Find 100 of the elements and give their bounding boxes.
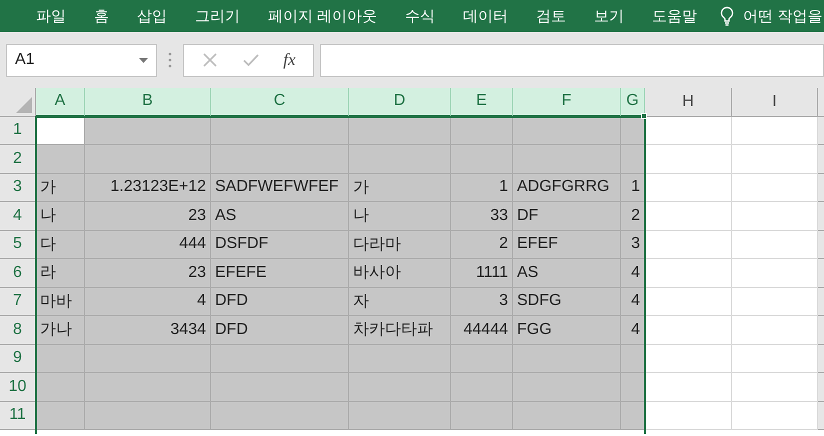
table-cell[interactable]: 4	[621, 259, 645, 288]
row-header[interactable]: 6	[0, 259, 36, 288]
table-cell[interactable]: 다라마	[349, 230, 451, 259]
table-cell[interactable]	[451, 402, 513, 430]
ribbon-tab[interactable]: 홈	[80, 0, 123, 32]
table-cell[interactable]: AS	[513, 259, 621, 288]
table-cell[interactable]	[349, 373, 451, 402]
table-cell[interactable]: 나	[36, 202, 85, 230]
dropdown-caret-icon[interactable]	[139, 58, 148, 62]
name-box[interactable]: A1	[6, 44, 157, 76]
table-cell[interactable]	[621, 145, 645, 174]
table-cell[interactable]: 다	[36, 230, 85, 259]
table-cell[interactable]: 라	[36, 259, 85, 288]
table-cell[interactable]	[85, 145, 211, 174]
table-cell[interactable]: 23	[85, 259, 211, 288]
table-cell[interactable]	[645, 202, 732, 230]
table-cell[interactable]	[349, 145, 451, 174]
table-cell[interactable]	[645, 316, 732, 344]
table-cell[interactable]: 자	[349, 288, 451, 316]
table-cell[interactable]	[85, 402, 211, 430]
table-cell[interactable]	[513, 145, 621, 174]
table-cell[interactable]: SADFWEFWFEF	[211, 174, 349, 202]
column-header[interactable]: I	[732, 88, 818, 116]
table-cell[interactable]	[349, 402, 451, 430]
table-cell[interactable]	[645, 373, 732, 402]
table-cell[interactable]: AS	[211, 202, 349, 230]
column-header[interactable]: E	[451, 88, 513, 116]
column-header[interactable]: H	[645, 88, 732, 116]
table-cell[interactable]	[85, 116, 211, 145]
table-cell[interactable]: DF	[513, 202, 621, 230]
table-cell[interactable]: DSFDF	[211, 230, 349, 259]
table-cell[interactable]	[645, 230, 732, 259]
table-cell[interactable]: 차카다타파	[349, 316, 451, 344]
table-cell[interactable]: SDFG	[513, 288, 621, 316]
table-cell[interactable]	[513, 402, 621, 430]
table-cell[interactable]: EFEF	[513, 230, 621, 259]
row-header[interactable]: 1	[0, 116, 36, 145]
table-cell[interactable]: FGG	[513, 316, 621, 344]
table-cell[interactable]: 2	[621, 202, 645, 230]
table-cell[interactable]	[645, 259, 732, 288]
table-cell[interactable]	[645, 174, 732, 202]
insert-function-button[interactable]: fx	[283, 50, 296, 70]
table-cell[interactable]: 1.23123E+12	[85, 174, 211, 202]
row-header[interactable]: 7	[0, 288, 36, 316]
table-cell[interactable]: 23	[85, 202, 211, 230]
table-cell[interactable]: DFD	[211, 316, 349, 344]
table-cell[interactable]	[513, 344, 621, 373]
table-cell[interactable]	[621, 402, 645, 430]
table-cell[interactable]: 가	[36, 174, 85, 202]
table-cell[interactable]: 가나	[36, 316, 85, 344]
column-header[interactable]: A	[36, 88, 85, 116]
table-cell[interactable]	[645, 402, 732, 430]
table-cell[interactable]: 33	[451, 202, 513, 230]
table-cell[interactable]	[451, 373, 513, 402]
formula-input[interactable]	[320, 44, 824, 76]
table-cell[interactable]: 1111	[451, 259, 513, 288]
row-header[interactable]: 4	[0, 202, 36, 230]
fill-handle[interactable]	[641, 113, 647, 119]
row-header[interactable]: 9	[0, 344, 36, 373]
ribbon-tab[interactable]: 페이지 레이아웃	[254, 0, 392, 32]
column-header[interactable]: F	[513, 88, 621, 116]
row-header[interactable]: 10	[0, 373, 36, 402]
row-header[interactable]: 11	[0, 402, 36, 430]
ribbon-tab[interactable]: 보기	[580, 0, 638, 32]
table-cell[interactable]: EFEFE	[211, 259, 349, 288]
ribbon-tab[interactable]: 검토	[522, 0, 580, 32]
table-cell[interactable]: 바사아	[349, 259, 451, 288]
table-cell[interactable]: 3434	[85, 316, 211, 344]
column-header[interactable]: B	[85, 88, 211, 116]
ribbon-tab[interactable]: 삽입	[123, 0, 181, 32]
table-cell[interactable]	[451, 145, 513, 174]
table-cell[interactable]	[36, 402, 85, 430]
column-header[interactable]: C	[211, 88, 349, 116]
table-cell[interactable]: 1	[451, 174, 513, 202]
table-cell[interactable]: 3	[451, 288, 513, 316]
table-cell[interactable]: 2	[451, 230, 513, 259]
table-cell[interactable]	[645, 344, 732, 373]
table-cell[interactable]	[645, 116, 732, 145]
table-cell[interactable]	[36, 145, 85, 174]
table-cell[interactable]: 4	[85, 288, 211, 316]
table-cell[interactable]: 44444	[451, 316, 513, 344]
table-cell[interactable]: 가	[349, 174, 451, 202]
table-cell[interactable]: 1	[621, 174, 645, 202]
table-cell[interactable]	[349, 116, 451, 145]
table-cell[interactable]: DFD	[211, 288, 349, 316]
table-cell[interactable]	[85, 373, 211, 402]
table-cell[interactable]	[349, 344, 451, 373]
tell-me-field[interactable]: 어떤 작업을	[743, 6, 822, 26]
row-header[interactable]: 5	[0, 230, 36, 259]
column-header[interactable]: D	[349, 88, 451, 116]
table-cell[interactable]: ADGFGRRG	[513, 174, 621, 202]
table-cell[interactable]	[645, 145, 732, 174]
table-cell[interactable]	[85, 344, 211, 373]
row-header[interactable]: 2	[0, 145, 36, 174]
ribbon-tab[interactable]: 그리기	[181, 0, 254, 32]
table-cell[interactable]: 4	[621, 288, 645, 316]
table-cell[interactable]	[451, 116, 513, 145]
table-cell[interactable]: 444	[85, 230, 211, 259]
row-header[interactable]: 8	[0, 316, 36, 344]
table-cell[interactable]	[513, 116, 621, 145]
